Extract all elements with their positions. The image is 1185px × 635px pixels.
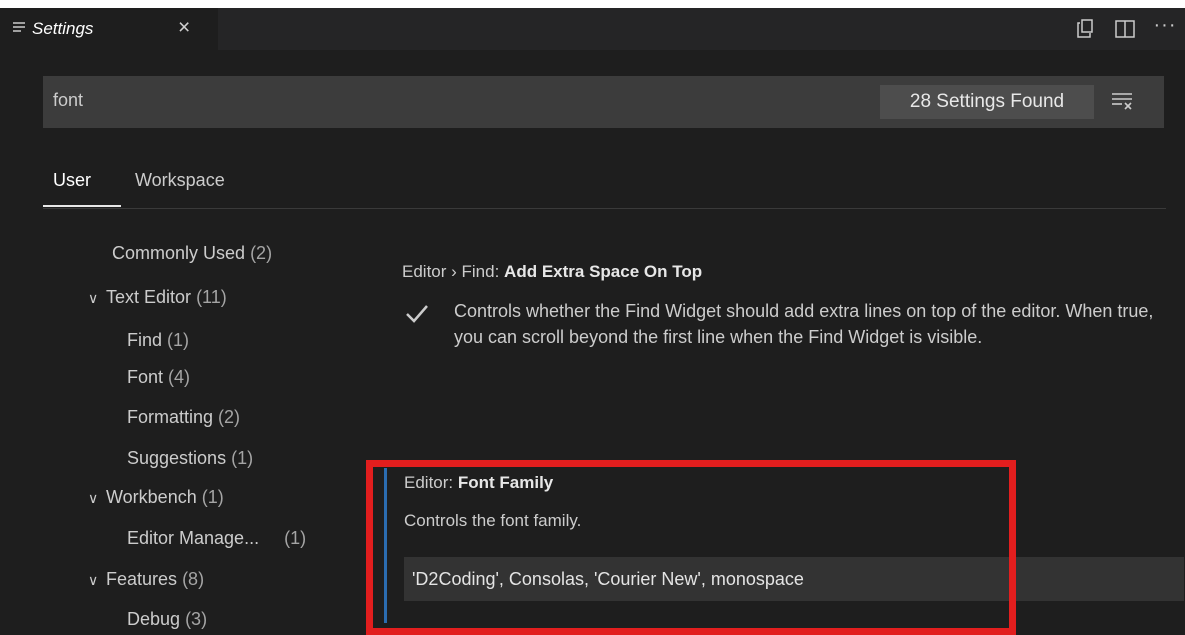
search-query: font: [53, 90, 84, 110]
setting-description: Controls the font family.: [404, 511, 582, 530]
editor-tab-bar: Settings × ···: [0, 8, 1185, 50]
clear-filter-icon[interactable]: [1111, 91, 1133, 111]
settings-tab[interactable]: Settings ×: [0, 8, 218, 50]
chevron-down-icon: ∨: [88, 490, 99, 506]
toc-item-formatting[interactable]: Formatting (2): [127, 407, 240, 428]
settings-scope-tabs: User Workspace: [43, 158, 1166, 209]
setting-font-family: Editor: Font Family Controls the font fa…: [384, 460, 1184, 631]
editor-actions: ···: [1065, 8, 1185, 50]
chevron-down-icon: ∨: [88, 572, 99, 588]
setting-description: Controls whether the Find Widget should …: [454, 301, 1154, 347]
window-top-strip: [0, 0, 1185, 8]
checkbox-checked-icon[interactable]: [402, 298, 432, 328]
split-editor-icon[interactable]: [1105, 14, 1145, 44]
results-count-badge: 28 Settings Found: [880, 85, 1094, 119]
toc-item-suggestions[interactable]: Suggestions (1): [127, 448, 253, 469]
toc-item-find[interactable]: Find (1): [127, 330, 189, 351]
toc-item-debug[interactable]: Debug (3): [127, 609, 207, 630]
settings-search-input[interactable]: font 28 Settings Found: [43, 76, 1164, 128]
settings-lines-icon: [13, 22, 25, 32]
setting-title: Editor: Font Family: [404, 473, 554, 492]
toc-item-workbench[interactable]: ∨ Workbench (1): [88, 487, 224, 508]
font-family-input[interactable]: 'D2Coding', Consolas, 'Courier New', mon…: [404, 557, 1184, 601]
active-tab-indicator: [43, 205, 121, 207]
toc-item-text-editor[interactable]: ∨ Text Editor (11): [88, 287, 227, 308]
toc-item-features[interactable]: ∨ Features (8): [88, 569, 204, 590]
toc-item-editor-management[interactable]: Editor Manage... (1): [127, 528, 306, 549]
more-actions-icon[interactable]: ···: [1145, 14, 1185, 44]
focus-indicator: [384, 468, 387, 623]
setting-add-extra-space-on-top: Editor › Find: Add Extra Space On Top Co…: [402, 262, 1172, 347]
toc-item-commonly-used[interactable]: Commonly Used (2): [112, 243, 272, 264]
tab-user[interactable]: User: [53, 170, 91, 191]
open-json-icon[interactable]: [1065, 14, 1105, 44]
chevron-down-icon: ∨: [88, 290, 99, 306]
close-icon[interactable]: ×: [178, 16, 190, 40]
toc-item-font[interactable]: Font (4): [127, 367, 190, 388]
tab-title: Settings: [32, 19, 94, 38]
tab-workspace[interactable]: Workspace: [135, 170, 225, 191]
setting-title: Editor › Find: Add Extra Space On Top: [402, 262, 703, 281]
